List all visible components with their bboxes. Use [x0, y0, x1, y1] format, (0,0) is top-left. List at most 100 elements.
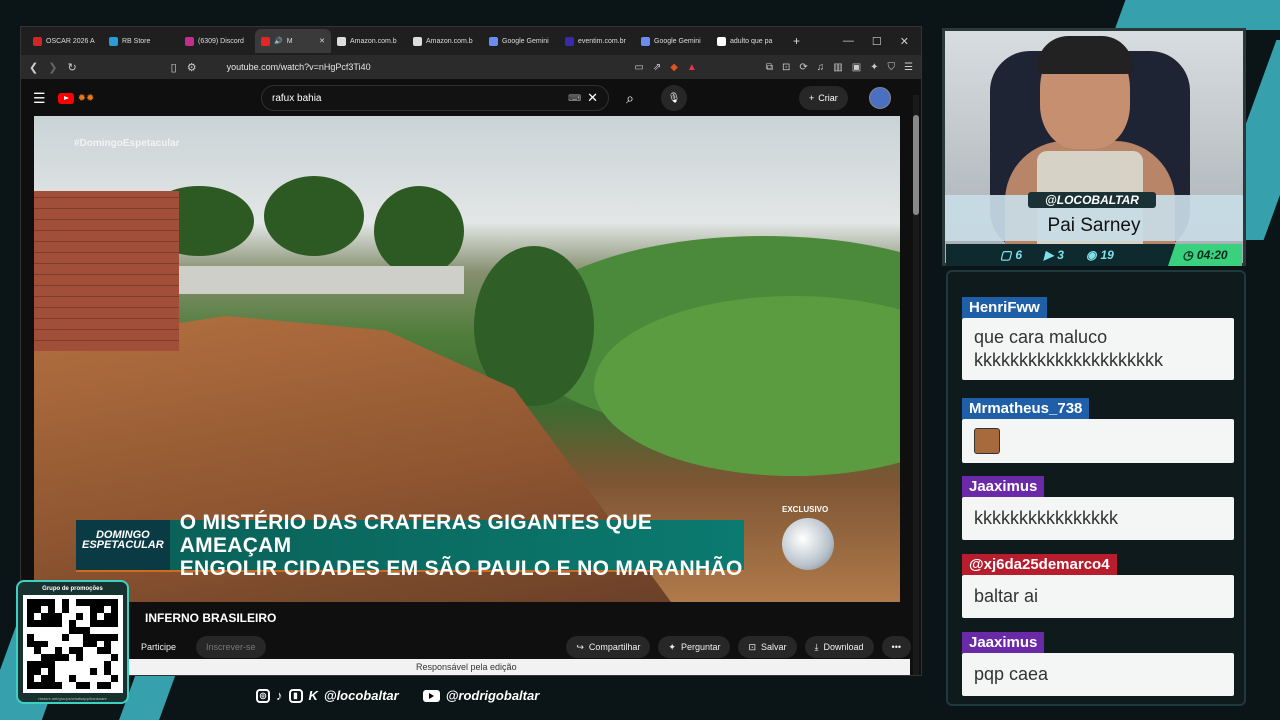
bookmark-icon[interactable]: ▯: [171, 61, 177, 74]
url-field[interactable]: youtube.com/watch?v=nHgPcf3Ti40: [227, 62, 371, 72]
music-icon[interactable]: ♫: [817, 62, 825, 73]
qr-module: [61, 626, 69, 634]
share-icon[interactable]: ⇗: [653, 62, 661, 73]
qr-module: [83, 612, 91, 620]
qr-module: [111, 640, 119, 648]
rewards-icon[interactable]: ▲: [687, 62, 697, 73]
chat-username: HenriFww: [962, 297, 1047, 318]
tiktok-icon: ♪: [276, 688, 283, 703]
qr-module: [111, 661, 119, 669]
wallet-icon[interactable]: ⟳: [799, 62, 807, 73]
tab[interactable]: eventim.com.br: [559, 29, 635, 53]
qr-module: [33, 605, 41, 613]
qr-module: [83, 647, 91, 655]
video-player[interactable]: #DomingoEspetacular DOMINGO ESPETACULAR …: [34, 116, 900, 602]
kick-icon: K: [308, 688, 318, 703]
clear-search-icon[interactable]: ✕: [587, 90, 598, 106]
qr-module: [76, 647, 84, 655]
maximize-icon[interactable]: ☐: [872, 35, 882, 48]
screenshot-icon[interactable]: ⊡: [782, 62, 790, 73]
qr-module: [76, 633, 84, 641]
download-button[interactable]: ⤓ Download: [804, 636, 874, 658]
qr-module: [26, 605, 34, 613]
tab[interactable]: Amazon.com.b: [407, 29, 483, 53]
chat-stat: ▢ 6: [1000, 248, 1023, 262]
ask-button[interactable]: ✦ Perguntar: [658, 636, 731, 658]
qr-code: [22, 595, 123, 693]
speaker-icon[interactable]: 🔊: [274, 37, 283, 45]
shield-icon[interactable]: ⛉: [888, 62, 896, 73]
qr-module: [47, 612, 55, 620]
qr-module: [97, 612, 105, 620]
leo-icon[interactable]: ✦: [870, 62, 878, 73]
forward-icon[interactable]: ❯: [48, 61, 57, 74]
more-actions-button[interactable]: •••: [881, 636, 911, 658]
youtube-logo-icon[interactable]: [57, 92, 74, 104]
chat-message: @xj6da25demarco4 baltar ai: [962, 554, 1234, 618]
save-button[interactable]: ⊡ Salvar: [738, 636, 797, 658]
qr-module: [47, 682, 55, 689]
voice-search-button[interactable]: 🎙: [661, 85, 687, 111]
hamburger-icon[interactable]: ☰: [33, 90, 46, 107]
scrollbar-thumb[interactable]: [913, 115, 919, 215]
avatar[interactable]: [869, 87, 891, 109]
qr-module: [40, 633, 48, 641]
wallet2-icon[interactable]: ▣: [852, 62, 861, 73]
new-tab-icon[interactable]: +: [793, 34, 800, 48]
tab[interactable]: Google Gemini: [635, 29, 711, 53]
qr-module: [47, 626, 55, 634]
chat-text: pqp caea: [962, 653, 1234, 696]
brave-shield-icon[interactable]: ◆: [670, 62, 678, 73]
share-button[interactable]: ↪ Compartilhar: [566, 636, 651, 658]
tab-active[interactable]: 🔊 M ✕: [255, 29, 331, 53]
tab[interactable]: Amazon.com.b: [331, 29, 407, 53]
qr-module: [47, 640, 55, 648]
scrollbar[interactable]: [913, 95, 919, 675]
qr-module: [26, 626, 34, 634]
extensions-icon[interactable]: ⧉: [766, 62, 773, 73]
qr-module: [83, 599, 91, 606]
streamer-handle: @LOCOBALTAR: [1028, 192, 1156, 208]
address-bar: ❮ ❯ ↻ ▯ ⚙ youtube.com/watch?v=nHgPcf3Ti4…: [21, 55, 921, 79]
qr-module: [47, 647, 55, 655]
tab[interactable]: RB Store: [103, 29, 179, 53]
qr-module: [111, 654, 119, 662]
promo-footer: rbstore.net/groups/whatsapp/hardware: [38, 696, 107, 701]
chat-message: Jaaximus kkkkkkkkkkkkkkkk: [962, 476, 1234, 540]
sidebar-icon[interactable]: ▥: [833, 62, 842, 73]
site-info-icon[interactable]: ⚙: [187, 61, 197, 74]
search-input[interactable]: rafux bahia ⌨ ✕: [261, 85, 609, 111]
menu-icon[interactable]: ☰: [904, 62, 913, 73]
promo-qr-card: Grupo de promoções rbstore.net/groups/wh…: [16, 580, 129, 704]
subscribe-button[interactable]: Inscrever-se: [196, 636, 266, 658]
toolbar-icons: ▭ ⇗ ◆ ▲ ⧉ ⊡ ⟳ ♫ ▥ ▣ ✦ ⛉ ☰: [634, 62, 913, 73]
tab-favicon-icon: [565, 36, 574, 46]
qr-module: [68, 612, 77, 620]
qr-module: [40, 668, 48, 676]
search-button[interactable]: ⌕: [611, 85, 649, 111]
qr-module: [90, 682, 98, 689]
qr-module: [76, 668, 84, 676]
qr-module: [68, 675, 77, 683]
close-window-icon[interactable]: ✕: [900, 35, 909, 48]
reload-icon[interactable]: ↻: [67, 61, 76, 74]
keyboard-icon[interactable]: ⌨: [568, 93, 581, 104]
clock-icon: ◷: [1182, 248, 1193, 262]
qr-module: [104, 612, 112, 620]
create-button[interactable]: + Criar: [799, 86, 848, 110]
join-button[interactable]: Participe: [131, 636, 188, 658]
cast-icon[interactable]: ▭: [634, 62, 643, 73]
tab[interactable]: Google Gemini: [483, 29, 559, 53]
tab[interactable]: OSCAR 2026 A: [27, 29, 103, 53]
qr-module: [68, 661, 77, 669]
qr-module: [111, 633, 119, 641]
back-icon[interactable]: ❮: [29, 61, 38, 74]
qr-module: [40, 647, 48, 655]
qr-module: [26, 661, 34, 669]
emote-icon: [974, 428, 1000, 454]
tab[interactable]: adulto que pa: [711, 29, 787, 53]
download-icon: ⤓: [814, 641, 819, 652]
tab[interactable]: (6309) Discord: [179, 29, 255, 53]
minimize-icon[interactable]: —: [843, 35, 854, 48]
tab-close-icon[interactable]: ✕: [319, 37, 325, 45]
